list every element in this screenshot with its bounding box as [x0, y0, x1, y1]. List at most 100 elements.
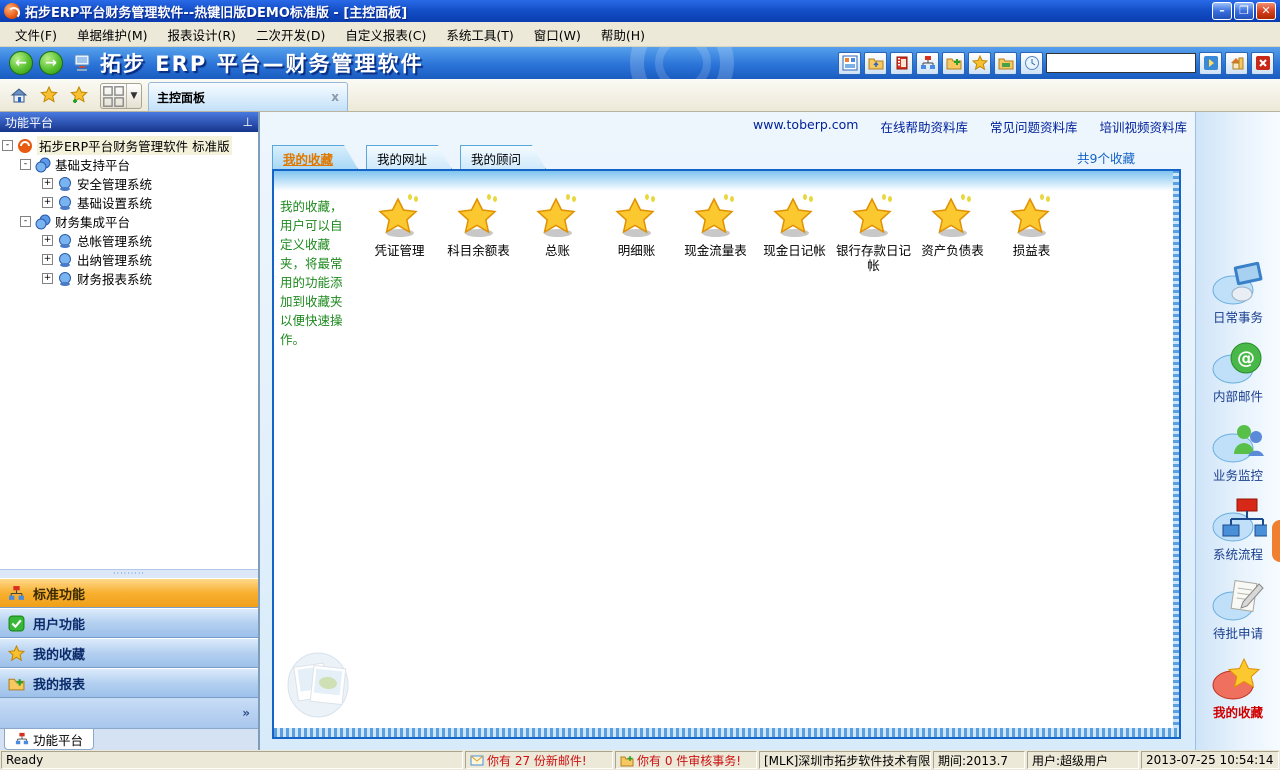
menu-window[interactable]: 窗口(W) [525, 22, 590, 47]
folder-add-icon[interactable] [942, 52, 965, 75]
tree-node-system[interactable]: + 基础设置系统 [2, 193, 256, 212]
sidebar-item-user-functions[interactable]: 用户功能 [0, 608, 258, 638]
menu-secondary-dev[interactable]: 二次开发(D) [247, 22, 334, 47]
minimize-button[interactable]: – [1212, 2, 1232, 20]
favorite-item[interactable]: 总账 [518, 193, 597, 273]
org-chart-icon [15, 732, 29, 746]
close-button[interactable]: ✕ [1256, 2, 1276, 20]
exit-icon[interactable] [1251, 52, 1274, 75]
favorite-item[interactable]: 银行存款日记帐 [834, 193, 913, 273]
expander-icon[interactable]: - [2, 140, 13, 151]
tree-node-platform[interactable]: - 财务集成平台 [2, 212, 256, 231]
banner-title: 拓步 ERP 平台—财务管理软件 [100, 48, 424, 78]
tab-main-panel-label: 主控面板 [157, 89, 205, 106]
tree-node-system[interactable]: + 财务报表系统 [2, 269, 256, 288]
link-website[interactable]: www.toberp.com [753, 117, 858, 136]
org-chart-icon [8, 585, 25, 602]
expander-icon[interactable]: + [42, 197, 53, 208]
restore-button[interactable]: ❐ [1234, 2, 1254, 20]
favorite-star-icon[interactable] [968, 52, 991, 75]
expander-icon[interactable]: - [20, 159, 31, 170]
tab-my-websites[interactable]: 我的网址 [366, 145, 452, 169]
menu-custom-report[interactable]: 自定义报表(C) [336, 22, 435, 47]
flowchart-icon [1209, 497, 1267, 543]
home-icon[interactable] [6, 83, 32, 107]
expander-icon[interactable]: + [42, 178, 53, 189]
folder-open-icon[interactable] [994, 52, 1017, 75]
expander-icon[interactable]: + [42, 235, 53, 246]
panel-header: 功能平台 ⊥ [0, 112, 258, 132]
chevron-down-icon[interactable]: ▼ [127, 91, 141, 101]
status-audit[interactable]: 你有 0 件审核事务! [615, 751, 757, 769]
folder-up-icon[interactable] [864, 52, 887, 75]
sidebar-item-label: 我的报表 [33, 674, 85, 693]
shortcut-business-monitor[interactable]: 业务监控 [1209, 418, 1267, 484]
chevron-more-icon[interactable]: » [242, 706, 250, 720]
home-exit-icon[interactable] [1225, 52, 1248, 75]
shortcut-label: 内部邮件 [1213, 386, 1263, 405]
favorite-item[interactable]: 科目余额表 [439, 193, 518, 273]
tab-main-panel[interactable]: 主控面板 x [148, 82, 348, 111]
collapsed-panel-handle[interactable] [1272, 520, 1280, 562]
org-chart-icon[interactable] [916, 52, 939, 75]
tree-node-platform[interactable]: - 基础支持平台 [2, 155, 256, 174]
favorite-item[interactable]: 损益表 [992, 193, 1071, 273]
tree-node-label: 财务报表系统 [77, 269, 152, 288]
panel-splitter[interactable]: ········· [0, 569, 258, 578]
link-training-videos[interactable]: 培训视频资料库 [1099, 117, 1187, 136]
star-icon[interactable] [36, 83, 62, 107]
favorites-panel: 我的收藏，用户可以自定义收藏夹，将最常用的功能添加到收藏夹以便快速操作。 凭证管… [272, 169, 1181, 739]
menu-voucher-maintain[interactable]: 单据维护(M) [68, 22, 157, 47]
shortcut-system-flow[interactable]: 系统流程 [1209, 497, 1267, 563]
tab-my-consultant[interactable]: 我的顾问 [460, 145, 546, 169]
expander-icon[interactable]: + [42, 254, 53, 265]
link-online-help[interactable]: 在线帮助资料库 [880, 117, 968, 136]
pin-icon[interactable]: ⊥ [243, 115, 253, 129]
menu-report-design[interactable]: 报表设计(R) [159, 22, 245, 47]
shortcut-my-favorites[interactable]: 我的收藏 [1209, 655, 1267, 721]
forward-arrow-icon[interactable]: → [39, 51, 63, 75]
tab-my-favorites[interactable]: 我的收藏 [272, 145, 358, 169]
favorite-item[interactable]: 现金流量表 [676, 193, 755, 273]
status-mail[interactable]: 你有 27 份新邮件! [465, 751, 613, 769]
favorite-label: 现金流量表 [684, 243, 747, 258]
favorite-item[interactable]: 凭证管理 [360, 193, 439, 273]
expander-icon[interactable]: - [20, 216, 31, 227]
back-arrow-icon[interactable]: ← [9, 51, 33, 75]
tab-function-platform[interactable]: 功能平台 [4, 729, 94, 750]
panel-grid-icon[interactable] [838, 52, 861, 75]
menu-system-tools[interactable]: 系统工具(T) [437, 22, 522, 47]
tab-close-icon[interactable]: x [331, 90, 339, 104]
tree-node-root[interactable]: - 拓步ERP平台财务管理软件 标准版 [2, 136, 256, 155]
favorite-item[interactable]: 资产负债表 [913, 193, 992, 273]
shortcut-pending-approvals[interactable]: 待批申请 [1209, 576, 1267, 642]
star-add-icon[interactable] [66, 83, 92, 107]
sidebar-item-my-favorites[interactable]: 我的收藏 [0, 638, 258, 668]
expander-icon[interactable]: + [42, 273, 53, 284]
tree-node-system[interactable]: + 安全管理系统 [2, 174, 256, 193]
content-tabs: 我的收藏 我的网址 我的顾问 [272, 145, 554, 169]
address-book-icon[interactable] [890, 52, 913, 75]
system-node-icon [57, 233, 73, 249]
favorite-item[interactable]: 现金日记帐 [755, 193, 834, 273]
clock-icon[interactable] [1020, 52, 1043, 75]
sidebar-item-standard-functions[interactable]: 标准功能 [0, 578, 258, 608]
shortcut-daily-tasks[interactable]: 日常事务 [1209, 260, 1267, 326]
tree-node-system[interactable]: + 出纳管理系统 [2, 250, 256, 269]
quick-search-input[interactable] [1046, 53, 1196, 73]
gold-star-icon [455, 193, 503, 239]
favorite-item[interactable]: 明细账 [597, 193, 676, 273]
document-tab-strip: ▼ 主控面板 x [0, 79, 1280, 112]
sidebar-item-my-reports[interactable]: 我的报表 [0, 668, 258, 698]
link-faq[interactable]: 常见问题资料库 [990, 117, 1078, 136]
shortcut-internal-mail[interactable]: @ 内部邮件 [1209, 339, 1267, 405]
shortcut-label: 日常事务 [1213, 307, 1263, 326]
more-buttons-row[interactable]: » [0, 698, 258, 728]
tree-node-system[interactable]: + 总帐管理系统 [2, 231, 256, 250]
menu-help[interactable]: 帮助(H) [592, 22, 654, 47]
grid-layout-icon[interactable] [101, 84, 127, 108]
layout-switcher[interactable]: ▼ [100, 83, 142, 109]
go-icon[interactable] [1199, 52, 1222, 75]
menu-file[interactable]: 文件(F) [6, 22, 66, 47]
gold-star-icon [613, 193, 661, 239]
